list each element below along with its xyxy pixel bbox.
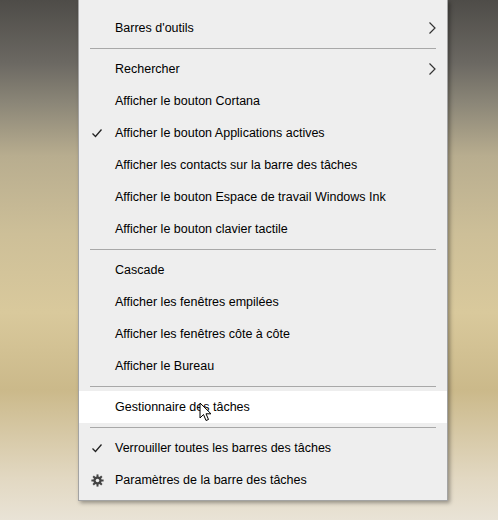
menu-separator — [79, 44, 447, 53]
menu-item-label: Gestionnaire des tâches — [115, 400, 427, 414]
menu-item[interactable]: Barres d'outils — [79, 12, 447, 44]
menu-item-label: Afficher le bouton Espace de travail Win… — [115, 190, 427, 204]
submenu-arrow-slot — [427, 94, 437, 108]
submenu-arrow-slot — [427, 359, 437, 373]
menu-item[interactable]: Afficher le bouton Espace de travail Win… — [79, 181, 447, 213]
submenu-arrow-slot — [427, 190, 437, 204]
menu-item-lead — [89, 85, 105, 117]
menu-item[interactable]: Afficher le bouton Applications actives — [79, 117, 447, 149]
menu-separator — [79, 423, 447, 432]
menu-item-label: Afficher les fenêtres empilées — [115, 295, 427, 309]
context-menu: Barres d'outils Rechercher Afficher le bou… — [78, 0, 448, 501]
menu-item-lead — [89, 286, 105, 318]
submenu-arrow-slot — [427, 441, 437, 455]
submenu-arrow-slot — [427, 295, 437, 309]
menu-item-lead — [89, 181, 105, 213]
menu-item-label: Afficher les fenêtres côte à côte — [115, 327, 427, 341]
menu-item-label: Barres d'outils — [115, 21, 427, 35]
menu-item-label: Cascade — [115, 263, 427, 277]
menu-item-lead — [89, 149, 105, 181]
menu-item-label: Afficher le Bureau — [115, 359, 427, 373]
mouse-cursor-icon — [199, 402, 213, 422]
menu-item-label: Afficher le bouton Applications actives — [115, 126, 427, 140]
submenu-arrow-slot — [427, 158, 437, 172]
settings-menu-item[interactable]: Paramètres de la barre des tâches — [79, 464, 447, 496]
menu-item-lead — [89, 117, 105, 149]
menu-item[interactable]: Afficher les fenêtres empilées — [79, 286, 447, 318]
menu-item[interactable]: Afficher les contacts sur la barre des t… — [79, 149, 447, 181]
menu-item[interactable]: Rechercher — [79, 53, 447, 85]
menu-item[interactable]: Afficher les fenêtres côte à côte — [79, 318, 447, 350]
menu-separator — [79, 245, 447, 254]
submenu-arrow-icon — [427, 21, 437, 35]
menu-item-label: Afficher le bouton Cortana — [115, 94, 427, 108]
menu-item-lead — [89, 391, 105, 423]
menu-item-label: Afficher le bouton clavier tactile — [115, 222, 427, 236]
submenu-arrow-slot — [427, 327, 437, 341]
menu-item-label: Afficher les contacts sur la barre des t… — [115, 158, 427, 172]
menu-item-lead — [89, 464, 105, 496]
menu-item[interactable]: Gestionnaire des tâches — [79, 391, 447, 423]
menu-item-lead — [89, 350, 105, 382]
checkmark-icon — [91, 442, 103, 454]
menu-item-lead — [89, 53, 105, 85]
menu-item-label: Paramètres de la barre des tâches — [115, 473, 427, 487]
menu-item-lead — [89, 213, 105, 245]
submenu-arrow-slot — [427, 126, 437, 140]
menu-item[interactable]: Afficher le bouton Cortana — [79, 85, 447, 117]
submenu-arrow-slot — [427, 400, 437, 414]
menu-item-lead — [89, 12, 105, 44]
submenu-arrow-slot — [427, 222, 437, 236]
menu-item-lead — [89, 254, 105, 286]
menu-item-lead — [89, 432, 105, 464]
menu-item[interactable]: Afficher le bouton clavier tactile — [79, 213, 447, 245]
submenu-arrow-icon — [427, 62, 437, 76]
menu-item-label: Verrouiller toutes les barres des tâches — [115, 441, 427, 455]
checkmark-icon — [91, 127, 103, 139]
gear-icon — [91, 474, 104, 487]
menu-separator — [79, 382, 447, 391]
menu-item-label: Rechercher — [115, 62, 427, 76]
menu-item[interactable]: Cascade — [79, 254, 447, 286]
submenu-arrow-slot — [427, 473, 437, 487]
menu-item[interactable]: Verrouiller toutes les barres des tâches — [79, 432, 447, 464]
menu-item-lead — [89, 318, 105, 350]
submenu-arrow-slot — [427, 263, 437, 277]
menu-item[interactable]: Afficher le Bureau — [79, 350, 447, 382]
